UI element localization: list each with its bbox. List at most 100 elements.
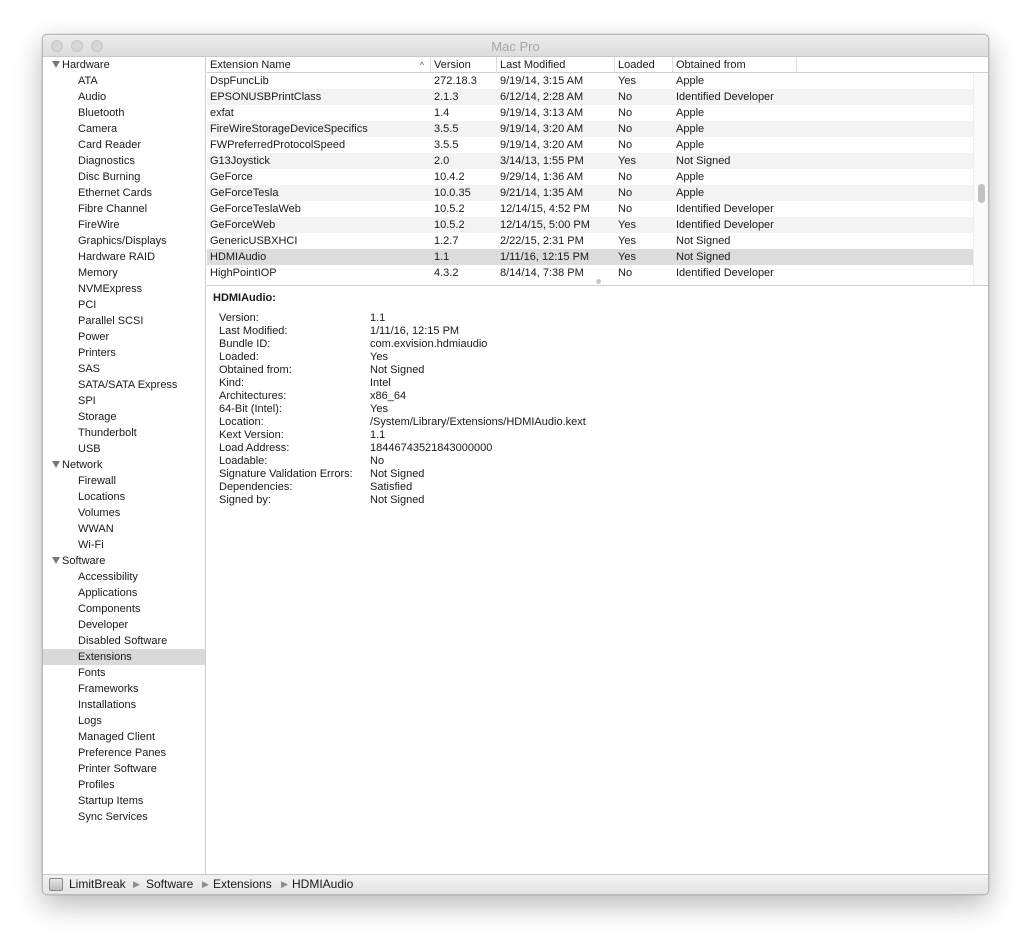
sidebar-item-storage[interactable]: Storage [43, 409, 205, 425]
column-header-version[interactable]: Version [431, 57, 497, 73]
detail-row-signed-by: Signed by: Not Signed [213, 494, 982, 507]
path-segment-software[interactable]: Software [146, 875, 193, 894]
column-header-obtained-from[interactable]: Obtained from [673, 57, 797, 73]
table-row[interactable]: HighPointIOP 4.3.2 8/14/14, 7:38 PM No Ident… [207, 265, 973, 281]
sidebar-item-logs[interactable]: Logs [43, 713, 205, 729]
sidebar-item-spi[interactable]: SPI [43, 393, 205, 409]
sidebar-item-camera[interactable]: Camera [43, 121, 205, 137]
detail-label: Obtained from: [219, 364, 292, 376]
table-cell-last-modified: 2/22/15, 2:31 PM [500, 235, 584, 247]
sidebar: Hardware ATA Audio Bluetooth Camera Card Read… [43, 57, 206, 874]
sidebar-item-wi-fi[interactable]: Wi-Fi [43, 537, 205, 553]
sidebar-item-nvmexpress[interactable]: NVMExpress [43, 281, 205, 297]
column-header-extension-name[interactable]: Extension Name ^ [207, 57, 431, 73]
table-cell-loaded: No [618, 171, 633, 183]
sidebar-item-fonts[interactable]: Fonts [43, 665, 205, 681]
sidebar-item-managed-client[interactable]: Managed Client [43, 729, 205, 745]
table-cell-version: 3.5.5 [434, 123, 459, 135]
table-cell-extension-name: DspFuncLib [210, 75, 269, 87]
sidebar-item-disabled-software[interactable]: Disabled Software [43, 633, 205, 649]
sidebar-item-volumes[interactable]: Volumes [43, 505, 205, 521]
table-row[interactable]: GeForceWeb 10.5.2 12/14/15, 5:00 PM Yes Iden… [207, 217, 973, 233]
table-cell-extension-name: GenericUSBXHCI [210, 235, 298, 247]
sidebar-item-ata[interactable]: ATA [43, 73, 205, 89]
sidebar-item-power[interactable]: Power [43, 329, 205, 345]
sidebar-item-startup-items[interactable]: Startup Items [43, 793, 205, 809]
sidebar-item-sata-sata-express[interactable]: SATA/SATA Express [43, 377, 205, 393]
sidebar-item-profiles[interactable]: Profiles [43, 777, 205, 793]
sidebar-group-software[interactable]: Software [43, 553, 205, 569]
table-row[interactable]: EPSONUSBPrintClass 2.1.3 6/12/14, 2:28 AM N… [207, 89, 973, 105]
sidebar-item-graphics-displays[interactable]: Graphics/Displays [43, 233, 205, 249]
sidebar-item-thunderbolt[interactable]: Thunderbolt [43, 425, 205, 441]
table-row[interactable]: exfat 1.4 9/19/14, 3:13 AM No Apple [207, 105, 973, 121]
sidebar-item-preference-panes[interactable]: Preference Panes [43, 745, 205, 761]
sidebar-item-diagnostics[interactable]: Diagnostics [43, 153, 205, 169]
table-row[interactable]: HDMIAudio 1.1 1/11/16, 12:15 PM Yes Not Sign… [207, 249, 973, 265]
table-row[interactable]: GeForce 10.4.2 9/29/14, 1:36 AM No Apple [207, 169, 973, 185]
sidebar-item-accessibility[interactable]: Accessibility [43, 569, 205, 585]
sidebar-item-applications[interactable]: Applications [43, 585, 205, 601]
sidebar-item-disc-burning[interactable]: Disc Burning [43, 169, 205, 185]
detail-value: 1.1 [370, 312, 386, 324]
sidebar-item-hardware-raid[interactable]: Hardware RAID [43, 249, 205, 265]
sidebar-group-network[interactable]: Network [43, 457, 205, 473]
sidebar-item-firewire[interactable]: FireWire [43, 217, 205, 233]
sidebar-item-usb[interactable]: USB [43, 441, 205, 457]
sidebar-item-audio[interactable]: Audio [43, 89, 205, 105]
split-view-handle[interactable] [596, 279, 601, 284]
sidebar-item-bluetooth[interactable]: Bluetooth [43, 105, 205, 121]
table-row[interactable]: FireWireStorageDeviceSpecifics 3.5.5 9/19/… [207, 121, 973, 137]
sidebar-group-hardware[interactable]: Hardware [43, 57, 205, 73]
path-segment-hdmiaudio[interactable]: HDMIAudio [292, 875, 353, 894]
detail-label: Signature Validation Errors: [219, 468, 353, 480]
sidebar-item-pci[interactable]: PCI [43, 297, 205, 313]
table-body[interactable]: DspFuncLib 272.18.3 9/19/14, 3:15 AM Yes App… [207, 73, 973, 285]
sidebar-item-ethernet-cards[interactable]: Ethernet Cards [43, 185, 205, 201]
table-row[interactable]: GenericUSBXHCI 1.2.7 2/22/15, 2:31 PM Yes No… [207, 233, 973, 249]
detail-value: 18446743521843000000 [370, 442, 493, 454]
sidebar-item-fibre-channel[interactable]: Fibre Channel [43, 201, 205, 217]
table-cell-obtained-from: Not Signed [676, 155, 731, 167]
detail-value: Yes [370, 403, 388, 415]
sidebar-item-parallel-scsi[interactable]: Parallel SCSI [43, 313, 205, 329]
table-cell-loaded: Yes [618, 75, 636, 87]
detail-row-version: Version: 1.1 [213, 312, 982, 325]
sidebar-item-printers[interactable]: Printers [43, 345, 205, 361]
sidebar-item-wwan[interactable]: WWAN [43, 521, 205, 537]
table-row[interactable]: FWPreferredProtocolSpeed 3.5.5 9/19/14, 3:… [207, 137, 973, 153]
sidebar-item-frameworks[interactable]: Frameworks [43, 681, 205, 697]
table-row[interactable]: GeForceTeslaWeb 10.5.2 12/14/15, 4:52 PM No… [207, 201, 973, 217]
disclosure-triangle-icon[interactable] [52, 461, 60, 468]
table-row[interactable]: DspFuncLib 272.18.3 9/19/14, 3:15 AM Yes App… [207, 73, 973, 89]
sidebar-item-firewall[interactable]: Firewall [43, 473, 205, 489]
sidebar-item-locations[interactable]: Locations [43, 489, 205, 505]
table-cell-loaded: No [618, 267, 633, 279]
table-cell-last-modified: 12/14/15, 4:52 PM [500, 203, 590, 215]
sidebar-item-sync-services[interactable]: Sync Services [43, 809, 205, 825]
table-cell-version: 1.1 [434, 251, 450, 263]
sidebar-item-developer[interactable]: Developer [43, 617, 205, 633]
scrollbar-thumb[interactable] [978, 184, 985, 203]
sidebar-item-printer-software[interactable]: Printer Software [43, 761, 205, 777]
disclosure-triangle-icon[interactable] [52, 61, 60, 68]
disclosure-triangle-icon[interactable] [52, 557, 60, 564]
path-segment-limitbreak[interactable]: LimitBreak [69, 875, 126, 894]
column-header-loaded[interactable]: Loaded [615, 57, 673, 73]
table-row[interactable]: G13Joystick 2.0 3/14/13, 1:55 PM Yes Not Sig… [207, 153, 973, 169]
table-cell-last-modified: 9/29/14, 1:36 AM [500, 171, 584, 183]
column-header-last-modified[interactable]: Last Modified [497, 57, 615, 73]
sidebar-item-memory[interactable]: Memory [43, 265, 205, 281]
table-cell-version: 10.0.35 [434, 187, 471, 199]
sidebar-item-sas[interactable]: SAS [43, 361, 205, 377]
table-row[interactable]: GeForceTesla 10.0.35 9/21/14, 1:35 AM No App… [207, 185, 973, 201]
detail-row-obtained-from: Obtained from: Not Signed [213, 364, 982, 377]
sidebar-item-card-reader[interactable]: Card Reader [43, 137, 205, 153]
sidebar-item-extensions[interactable]: Extensions [43, 649, 205, 665]
sidebar-item-components[interactable]: Components [43, 601, 205, 617]
detail-row-bundle-id: Bundle ID: com.exvision.hdmiaudio [213, 338, 982, 351]
sidebar-item-installations[interactable]: Installations [43, 697, 205, 713]
table-cell-loaded: No [618, 139, 633, 151]
path-segment-extensions[interactable]: Extensions [213, 875, 272, 894]
table-scrollbar[interactable] [973, 73, 988, 285]
